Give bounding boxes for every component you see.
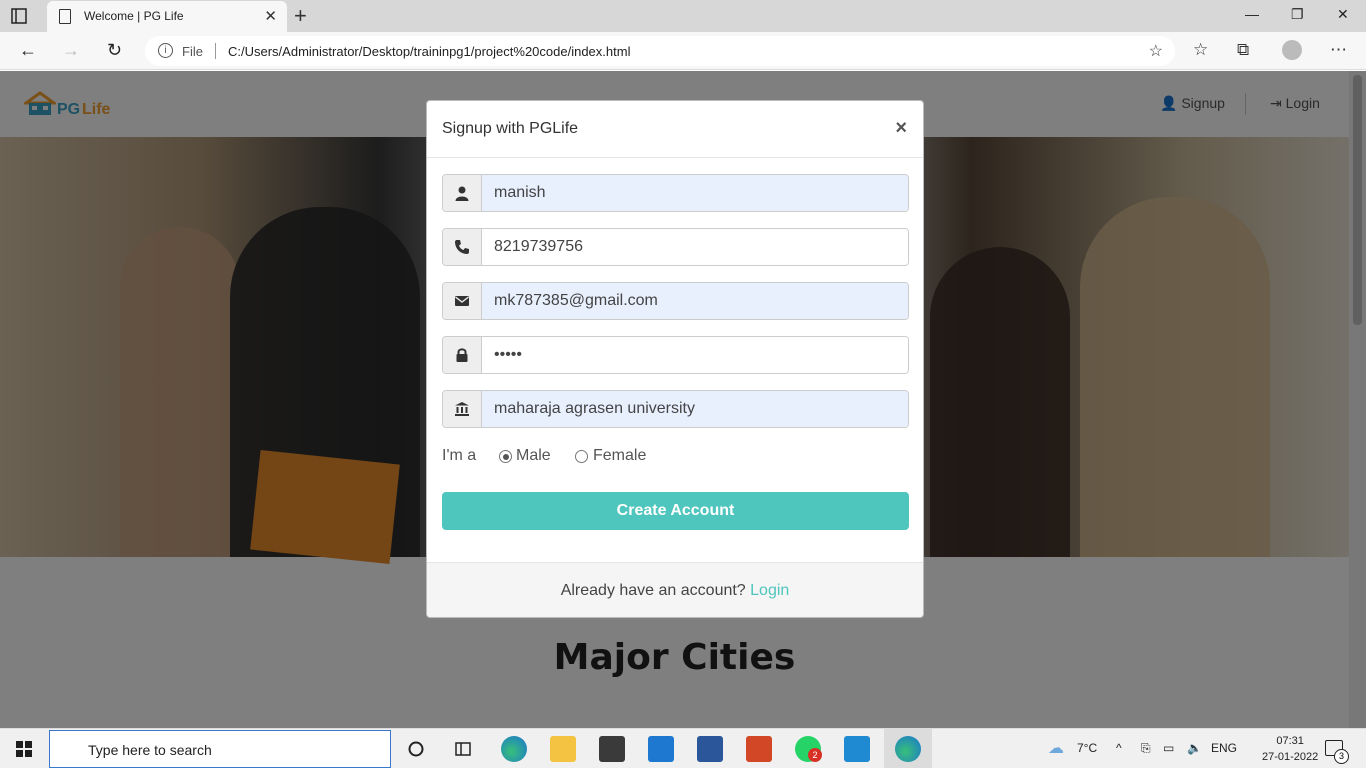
page-viewport: PG Life 👤 Signup ⇥ Login Major Cities Si… bbox=[0, 71, 1366, 728]
browser-tab-strip: Welcome | PG Life ✕ + — ❐ ✕ bbox=[0, 0, 1366, 32]
favorites-icon[interactable]: ☆ bbox=[1193, 40, 1208, 60]
tray-overflow-icon[interactable]: ^ bbox=[1116, 741, 1122, 755]
taskbar-search-box[interactable]: Type here to search bbox=[49, 730, 391, 768]
college-input-group bbox=[442, 390, 909, 428]
university-icon bbox=[455, 402, 469, 416]
weather-cloud-icon[interactable]: ☁ bbox=[1048, 738, 1064, 758]
minimize-icon[interactable]: — bbox=[1245, 6, 1259, 22]
info-icon[interactable]: i bbox=[158, 43, 173, 58]
forward-icon[interactable]: → bbox=[62, 40, 80, 61]
name-input-group bbox=[442, 174, 909, 212]
edge-app-icon[interactable] bbox=[501, 736, 527, 762]
envelope-icon bbox=[455, 296, 469, 306]
whatsapp-badge: 2 bbox=[808, 748, 822, 762]
address-scheme: File bbox=[182, 44, 203, 59]
browser-toolbar: ← → ↻ i File C:/Users/Administrator/Desk… bbox=[0, 32, 1366, 70]
battery-icon[interactable]: ▭ bbox=[1163, 741, 1174, 755]
store-icon[interactable] bbox=[599, 736, 625, 762]
volume-icon[interactable]: 🔈 bbox=[1187, 741, 1202, 755]
weather-temperature[interactable]: 7°C bbox=[1077, 741, 1097, 755]
address-divider bbox=[215, 43, 216, 59]
address-bar[interactable]: i File C:/Users/Administrator/Desktop/tr… bbox=[145, 36, 1175, 66]
phone-input[interactable] bbox=[482, 229, 908, 265]
powerpoint-icon[interactable] bbox=[746, 736, 772, 762]
refresh-icon[interactable]: ↻ bbox=[107, 40, 122, 61]
clock-date: 27-01-2022 bbox=[1262, 751, 1319, 763]
name-addon bbox=[443, 175, 482, 211]
more-icon[interactable]: ⋯ bbox=[1330, 40, 1347, 60]
full-name-input[interactable] bbox=[482, 175, 908, 211]
file-explorer-icon[interactable] bbox=[550, 736, 576, 762]
word-icon[interactable] bbox=[697, 736, 723, 762]
tab-actions-icon[interactable] bbox=[10, 7, 28, 25]
footer-text: Already have an account? bbox=[560, 582, 746, 599]
restore-icon[interactable]: ❐ bbox=[1291, 6, 1304, 23]
back-icon[interactable]: ← bbox=[19, 40, 37, 61]
user-icon bbox=[455, 186, 469, 201]
gender-label: I'm a bbox=[442, 447, 477, 464]
gender-male-label[interactable]: Male bbox=[516, 447, 551, 465]
close-window-icon[interactable]: ✕ bbox=[1337, 6, 1349, 23]
task-view-icon[interactable] bbox=[454, 740, 472, 758]
search-placeholder: Type here to search bbox=[88, 742, 212, 758]
lock-icon bbox=[456, 348, 468, 362]
tab-title: Welcome | PG Life bbox=[84, 9, 184, 23]
windows-start-icon[interactable] bbox=[16, 741, 32, 757]
new-tab-icon[interactable]: + bbox=[294, 3, 307, 29]
cortana-icon[interactable] bbox=[407, 740, 425, 758]
college-addon bbox=[443, 391, 482, 427]
edge-active-app-icon[interactable] bbox=[895, 736, 921, 762]
phone-addon bbox=[443, 229, 482, 265]
collections-icon[interactable]: ⧉ bbox=[1237, 40, 1249, 60]
gender-male-radio[interactable] bbox=[499, 450, 512, 463]
add-favorite-icon[interactable]: ☆ bbox=[1149, 41, 1163, 61]
close-icon[interactable]: × bbox=[895, 117, 907, 140]
gender-female-radio[interactable] bbox=[575, 450, 588, 463]
email-input[interactable] bbox=[482, 283, 908, 319]
password-input[interactable] bbox=[482, 337, 908, 373]
modal-title: Signup with PGLife bbox=[442, 120, 579, 137]
modal-header: Signup with PGLife × bbox=[427, 101, 923, 158]
notification-count: 3 bbox=[1334, 749, 1349, 764]
mail-icon[interactable] bbox=[648, 736, 674, 762]
login-link[interactable]: Login bbox=[750, 582, 789, 599]
password-input-group bbox=[442, 336, 909, 374]
password-addon bbox=[443, 337, 482, 373]
college-input[interactable] bbox=[482, 391, 908, 427]
gender-selector: I'm a Male Female bbox=[442, 446, 909, 468]
close-tab-icon[interactable]: ✕ bbox=[264, 7, 277, 25]
phone-input-group bbox=[442, 228, 909, 266]
gender-female-label[interactable]: Female bbox=[593, 447, 646, 465]
create-account-button[interactable]: Create Account bbox=[442, 492, 909, 530]
network-icon[interactable]: ⎘ bbox=[1141, 741, 1151, 756]
address-url[interactable]: C:/Users/Administrator/Desktop/traininpg… bbox=[228, 44, 630, 59]
clock-time: 07:31 bbox=[1276, 735, 1304, 747]
page-icon bbox=[59, 9, 71, 24]
email-input-group bbox=[442, 282, 909, 320]
modal-footer: Already have an account? Login bbox=[427, 562, 923, 617]
phone-icon bbox=[455, 240, 469, 254]
taskbar-clock[interactable]: 07:31 27-01-2022 bbox=[1262, 733, 1318, 765]
signup-modal: Signup with PGLife × manish 8219739756 m… bbox=[426, 100, 924, 618]
browser-tab-active[interactable]: Welcome | PG Life ✕ bbox=[47, 1, 287, 32]
language-indicator[interactable]: ENG bbox=[1211, 741, 1237, 755]
vscode-icon[interactable] bbox=[844, 736, 870, 762]
profile-avatar-icon[interactable] bbox=[1282, 40, 1302, 60]
email-addon bbox=[443, 283, 482, 319]
windows-taskbar: Type here to search 2 ☁ 7°C ^ ⎘ ▭ 🔈 ENG … bbox=[0, 728, 1366, 768]
